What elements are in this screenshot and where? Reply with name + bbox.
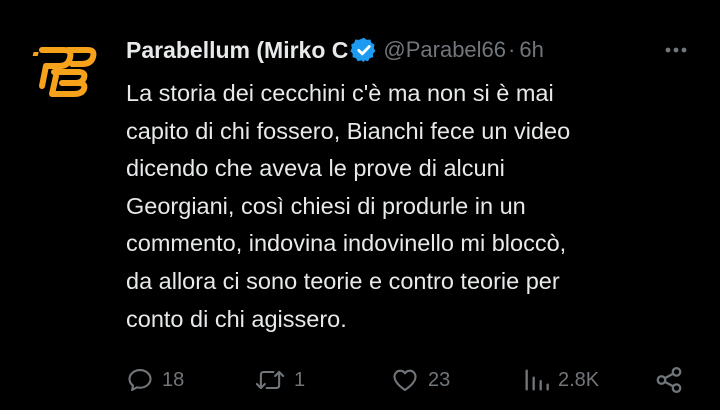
tweet-text-line: Georgiani, così chiesi di produrle in un [126,192,526,219]
retweet-button[interactable]: 1 [254,362,305,398]
action-bar: 18 1 23 2.8K [126,362,696,398]
tweet-text-line: commento, indovina indovinello mi bloccò… [126,230,567,257]
analytics-icon [525,369,549,391]
like-button[interactable]: 23 [390,362,450,398]
user-handle[interactable]: @Parabel66 [383,37,506,63]
tweet-card[interactable]: Parabellum (Mirko C @Parabel66 · 6h La s… [0,0,720,410]
tweet-header: Parabellum (Mirko C @Parabel66 · 6h [126,33,696,67]
reply-count: 18 [162,368,185,391]
timestamp[interactable]: 6h [519,37,543,63]
pb-logo-icon [32,47,97,97]
views-button[interactable]: 2.8K [522,362,599,398]
display-name[interactable]: Parabellum (Mirko C [126,37,348,64]
share-icon [656,367,682,393]
more-dots-icon [665,47,687,53]
tweet-text-line: La storia dei cecchini c'è ma non si è m… [126,80,554,106]
retweet-count: 1 [294,368,306,391]
separator: · [508,37,516,62]
share-button[interactable] [654,362,684,398]
tweet-text-line: da allora ci sono teorie e contro teorie… [126,267,560,294]
more-options-button[interactable] [656,33,696,67]
reply-button[interactable]: 18 [126,362,184,398]
retweet-icon [255,370,285,390]
reply-icon [128,369,152,391]
avatar[interactable] [32,36,98,102]
heart-icon [393,369,417,391]
verified-badge-icon[interactable] [350,36,378,64]
tweet-text: La storia dei cecchini c'è ma non si è m… [126,75,686,338]
views-count: 2.8K [558,368,600,391]
tweet-text-line: capito di chi fossero, Bianchi fece un v… [126,117,571,144]
tweet-text-line: conto di chi agissero. [126,305,347,332]
tweet-text-line: dicendo che aveva le prove di alcuni [126,155,505,182]
like-count: 23 [428,368,451,391]
